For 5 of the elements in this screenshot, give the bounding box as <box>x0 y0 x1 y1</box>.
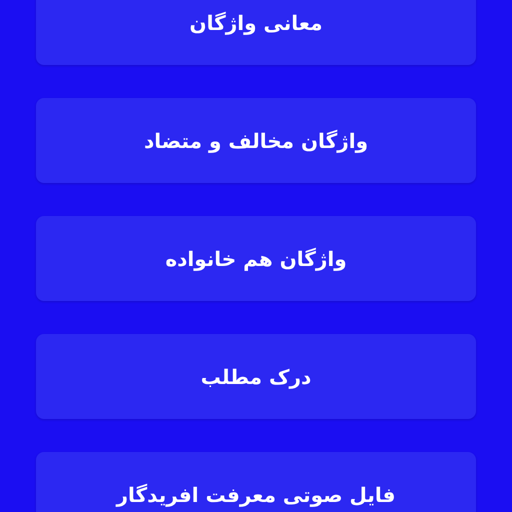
menu-button[interactable]: معانی واژگان <box>36 0 476 65</box>
menu-button[interactable]: درک مطلب <box>36 334 476 419</box>
menu-button[interactable]: واژگان هم خانواده <box>36 216 476 301</box>
menu-button[interactable]: واژگان مخالف و متضاد <box>36 98 476 183</box>
menu-button[interactable]: فایل صوتی معرفت افریدگار <box>36 452 476 512</box>
